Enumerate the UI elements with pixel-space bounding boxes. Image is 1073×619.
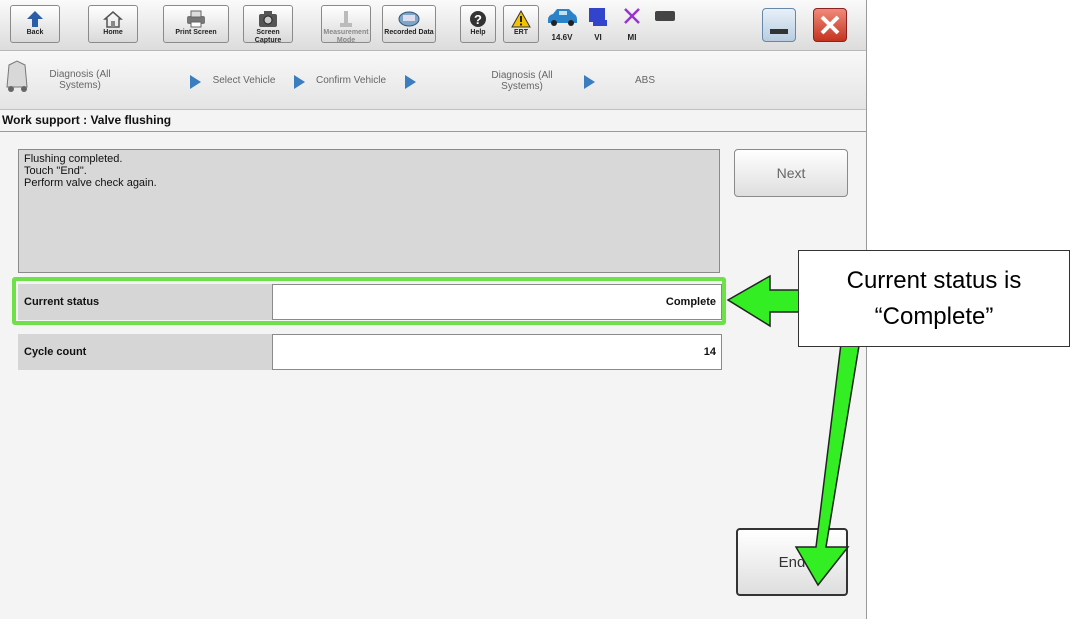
annotation-callout: Current status is “Complete” bbox=[798, 250, 1070, 347]
left-arrow-shape bbox=[726, 274, 807, 328]
callout-line-1: Current status is bbox=[846, 266, 1022, 294]
callout-line-2: “Complete” bbox=[874, 302, 994, 330]
